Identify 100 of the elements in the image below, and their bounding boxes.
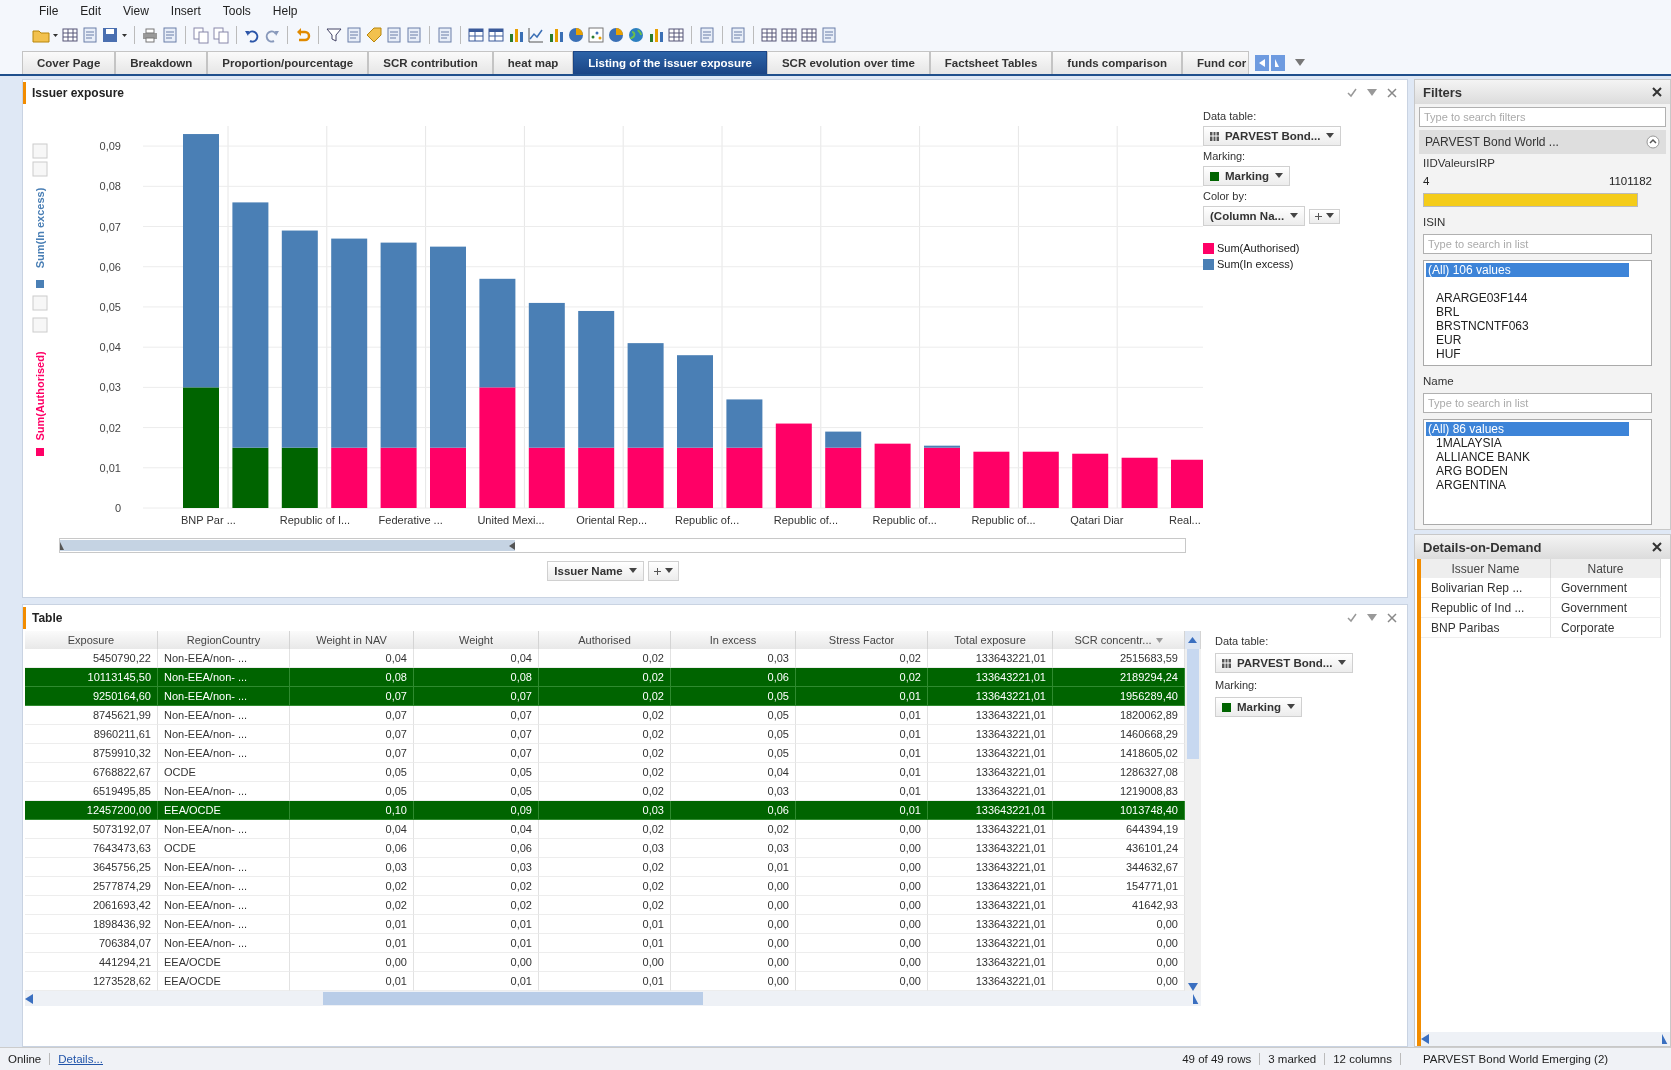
grid-icon[interactable] (61, 26, 79, 44)
list-item[interactable]: ARG BODEN (1426, 464, 1629, 478)
column-header[interactable]: Total exposure (928, 631, 1053, 649)
marking-dropdown[interactable]: Marking (1215, 697, 1303, 717)
list-item[interactable]: ARGENTINA (1426, 478, 1629, 492)
plus-icon[interactable] (1315, 212, 1323, 220)
bar-segment[interactable] (380, 242, 417, 448)
add-button[interactable] (1309, 208, 1341, 224)
bar-chart-icon[interactable] (507, 26, 525, 44)
check-icon[interactable] (1347, 613, 1357, 623)
plus-icon[interactable] (653, 567, 661, 575)
pie-chart-icon[interactable] (607, 26, 625, 44)
legend-item[interactable]: Sum(In excess) (1203, 258, 1393, 270)
horizontal-scrollbar[interactable] (25, 991, 1201, 1006)
vertical-scrollbar[interactable] (1185, 649, 1201, 991)
bar-chart-icon[interactable] (647, 26, 665, 44)
scatter-plot-icon[interactable] (587, 26, 605, 44)
document-icon[interactable] (385, 26, 403, 44)
save-icon[interactable] (101, 26, 119, 44)
bar-segment[interactable] (825, 447, 862, 508)
column-header[interactable]: Authorised (539, 631, 671, 649)
bar-segment[interactable] (578, 447, 615, 508)
document-icon[interactable] (436, 26, 454, 44)
menu-item[interactable]: Help (261, 4, 309, 18)
column-header[interactable]: Stress Factor (796, 631, 928, 649)
column-header[interactable]: SCR concentr... (1053, 631, 1185, 649)
list-item[interactable]: HUF (1426, 347, 1629, 361)
grid-icon[interactable] (800, 26, 818, 44)
list-item[interactable]: BRL (1426, 305, 1629, 319)
bar-chart-icon[interactable] (547, 26, 565, 44)
axis-toggle-button[interactable] (32, 161, 48, 177)
check-icon[interactable] (1347, 88, 1357, 98)
marking-dropdown[interactable]: Marking (1203, 166, 1291, 186)
document-icon[interactable] (698, 26, 716, 44)
pie-chart-icon[interactable] (567, 26, 585, 44)
globe-icon[interactable] (627, 26, 645, 44)
menu-item[interactable]: Tools (211, 4, 262, 18)
grid-icon[interactable] (760, 26, 778, 44)
close-icon[interactable] (1652, 87, 1662, 97)
collapse-icon[interactable] (1646, 135, 1660, 149)
search-field[interactable]: Type to search filters (1419, 107, 1666, 127)
bar-segment[interactable] (281, 230, 318, 448)
dropdown-arrow-icon[interactable] (628, 568, 637, 574)
bar-segment[interactable] (528, 447, 565, 508)
grid-icon[interactable] (667, 26, 685, 44)
list-item[interactable]: (All) 106 values (1426, 263, 1629, 277)
left-arrow-icon[interactable] (509, 541, 515, 550)
menu-item[interactable]: Edit (69, 4, 113, 18)
bar-segment[interactable] (825, 431, 862, 448)
left-arrow-icon[interactable] (1259, 59, 1266, 67)
list-item[interactable]: (All) 86 values (1426, 422, 1629, 436)
search-field[interactable]: Type to search in list (1423, 393, 1652, 413)
search-field[interactable]: Type to search in list (1423, 234, 1652, 254)
list-item[interactable]: EUR (1426, 333, 1629, 347)
menu-item[interactable]: View (112, 4, 160, 18)
range-slider[interactable] (1423, 193, 1638, 207)
axis-toggle-button[interactable] (32, 143, 48, 159)
tab[interactable]: Fund cor (1182, 51, 1250, 74)
table-icon[interactable] (467, 26, 485, 44)
right-arrow-icon[interactable] (60, 541, 66, 550)
right-arrow-icon[interactable] (1193, 993, 1201, 1004)
dropdown-arrow-icon[interactable] (1287, 704, 1296, 710)
menu-item[interactable]: File (28, 4, 70, 18)
column-header[interactable]: Weight (414, 631, 539, 649)
column-header[interactable]: Issuer Name (1421, 559, 1551, 578)
left-arrow-icon[interactable] (1421, 1034, 1429, 1044)
list-item[interactable]: BRSTNCNTF063 (1426, 319, 1629, 333)
bar-segment[interactable] (578, 310, 615, 448)
bar-segment[interactable] (232, 202, 269, 448)
details-link[interactable]: Details... (50, 1053, 103, 1065)
legend-item[interactable]: Sum(Authorised) (1203, 242, 1393, 254)
bar-segment[interactable] (528, 302, 565, 448)
right-arrow-icon[interactable] (1662, 1034, 1670, 1044)
list-item[interactable]: ARARGE03F144 (1426, 291, 1629, 305)
bar-segment[interactable] (331, 447, 368, 508)
bar-segment[interactable] (1022, 451, 1059, 508)
bar-segment[interactable] (281, 447, 318, 508)
color-by-dropdown[interactable]: (Column Na... (1203, 206, 1306, 226)
tab[interactable]: Breakdown (115, 51, 208, 74)
filter-group-header[interactable]: PARVEST Bond World ... (1419, 130, 1666, 154)
bar-segment[interactable] (479, 278, 516, 388)
document-icon[interactable] (405, 26, 423, 44)
column-header[interactable]: Nature (1551, 559, 1661, 578)
data-table-dropdown[interactable]: PARVEST Bond... (1203, 126, 1342, 146)
list-item[interactable]: ALLIANCE BANK (1426, 450, 1629, 464)
column-header[interactable]: RegionCountry (158, 631, 290, 649)
axis-toggle-button[interactable] (32, 317, 48, 333)
dropdown-arrow-icon[interactable] (1295, 59, 1306, 67)
add-button[interactable] (647, 561, 679, 581)
copy-icon[interactable] (192, 26, 210, 44)
dropdown-arrow-icon[interactable] (1275, 173, 1284, 179)
dropdown-arrow-icon[interactable] (1326, 213, 1335, 219)
tab[interactable]: funds comparison (1052, 51, 1182, 74)
bar-segment[interactable] (331, 238, 368, 448)
right-arrow-icon[interactable] (1275, 59, 1282, 67)
document-icon[interactable] (161, 26, 179, 44)
bar-segment[interactable] (924, 445, 960, 448)
document-icon[interactable] (820, 26, 838, 44)
left-arrow-icon[interactable] (25, 993, 33, 1004)
column-header[interactable]: Weight in NAV (290, 631, 414, 649)
